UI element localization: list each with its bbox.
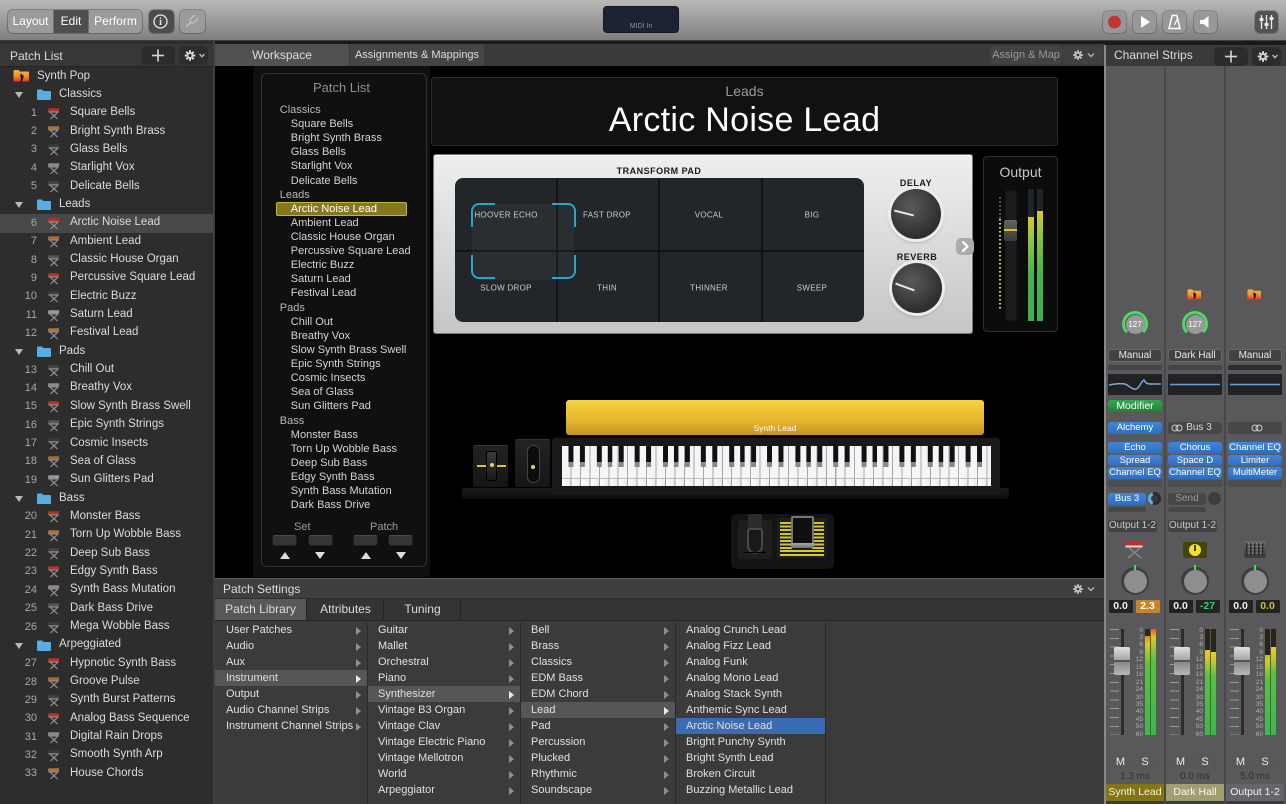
svg-text:i: i	[159, 17, 162, 28]
